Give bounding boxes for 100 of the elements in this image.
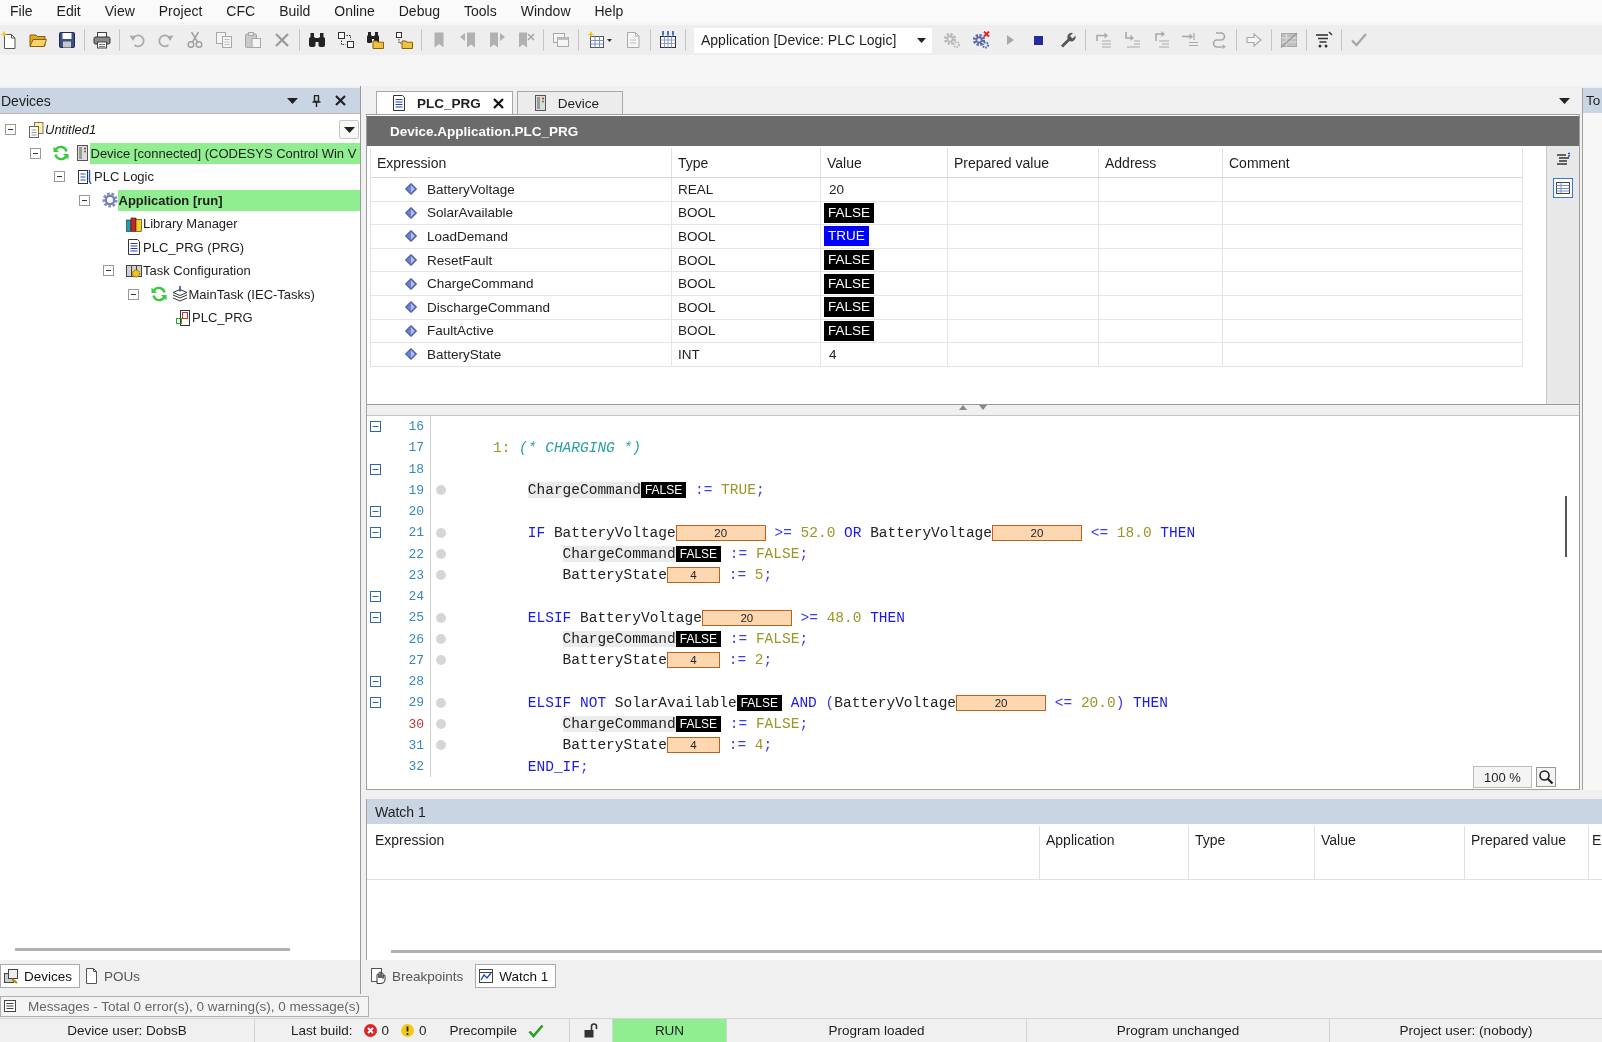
printer-icon[interactable] <box>93 31 111 49</box>
tree-item[interactable]: Task Configuration <box>142 260 253 282</box>
column-header[interactable]: Value <box>1321 832 1356 848</box>
gears-cross-icon[interactable] <box>972 31 990 49</box>
dropdown-button[interactable] <box>339 120 359 140</box>
menu-item[interactable]: Debug <box>398 1 440 21</box>
dot-icon[interactable] <box>436 697 446 708</box>
menu-item[interactable]: Online <box>334 1 375 21</box>
collapse-icon[interactable] <box>370 676 381 688</box>
table-cell: BOOL <box>678 323 716 339</box>
menu-item[interactable]: Edit <box>56 1 81 21</box>
column-header[interactable]: Address <box>1105 154 1157 171</box>
collapse-icon[interactable] <box>78 194 90 206</box>
tree-item[interactable]: Untitled1 <box>44 119 99 141</box>
menu-item[interactable]: Build <box>279 1 311 21</box>
close-icon[interactable] <box>335 95 346 106</box>
editor-tab[interactable]: PLC_PRG <box>376 91 513 114</box>
swap-squares-icon[interactable] <box>337 31 355 49</box>
dot-icon[interactable] <box>436 612 446 623</box>
panel-tab[interactable]: Watch 1 <box>475 964 557 988</box>
column-header[interactable]: Value <box>827 154 862 171</box>
dot-icon[interactable] <box>436 719 446 730</box>
dot-icon[interactable] <box>436 634 446 645</box>
panel-tab[interactable]: POUs <box>80 964 149 988</box>
zoom-level-field[interactable]: 100 % <box>1473 766 1532 788</box>
dot-icon[interactable] <box>436 740 446 751</box>
collapse-icon[interactable] <box>29 147 41 159</box>
tree-item[interactable]: PLC_PRG <box>191 307 255 329</box>
padlock-open-icon[interactable] <box>584 1023 598 1038</box>
caret-icon[interactable] <box>1559 98 1570 104</box>
collapse-icon[interactable] <box>103 265 114 277</box>
collapse-icon[interactable] <box>54 171 65 183</box>
horizontal-scrollbar[interactable] <box>15 948 290 951</box>
close-icon[interactable] <box>492 97 504 109</box>
menu-item[interactable]: View <box>104 1 135 21</box>
star-grid-icon[interactable] <box>587 31 613 49</box>
column-header[interactable]: Prepared value <box>954 154 1049 171</box>
pin-icon[interactable] <box>312 94 321 107</box>
dot-icon[interactable] <box>436 655 446 666</box>
cart-icon[interactable] <box>1315 31 1333 49</box>
menu-item[interactable]: Window <box>520 1 571 21</box>
grid-arrows-icon[interactable] <box>659 31 677 49</box>
tree-item[interactable]: Application [run] <box>117 189 360 211</box>
panel-tab[interactable]: Devices <box>0 964 80 988</box>
tree-item[interactable]: Device [connected] (CODESYS Control Win V <box>89 142 360 164</box>
dot-icon[interactable] <box>436 527 446 538</box>
collapse-icon[interactable] <box>370 612 381 624</box>
collapse-icon[interactable] <box>370 463 381 475</box>
menu-item[interactable]: CFC <box>226 1 256 21</box>
column-header[interactable]: Comment <box>1229 154 1290 171</box>
column-header[interactable]: Application <box>1046 832 1115 848</box>
wrench-icon[interactable] <box>1059 31 1077 49</box>
dot-icon[interactable] <box>436 485 446 496</box>
column-header[interactable]: Type <box>678 154 709 171</box>
collapse-icon[interactable] <box>370 697 381 709</box>
column-header[interactable]: Type <box>1195 832 1226 848</box>
monitor-value: 20 <box>701 609 792 626</box>
vertical-scrollbar[interactable] <box>1565 496 1567 557</box>
caret-icon[interactable] <box>287 97 298 104</box>
horizontal-scrollbar[interactable] <box>391 950 1602 953</box>
collapse-icon[interactable] <box>127 288 139 300</box>
collapse-icon[interactable] <box>370 591 381 603</box>
dot-icon[interactable] <box>436 549 446 560</box>
tree-item[interactable]: MainTask (IEC-Tasks) <box>187 283 317 305</box>
up-arrow-icon[interactable] <box>959 405 967 410</box>
binoculars-icon[interactable] <box>308 31 326 49</box>
dot-icon[interactable] <box>436 570 446 581</box>
column-header[interactable]: Prepared value <box>1471 832 1566 848</box>
tree-item[interactable]: PLC_PRG (PRG) <box>142 236 247 258</box>
panel-tab[interactable]: Breakpoints <box>368 964 472 988</box>
monitor-value: FALSE <box>824 273 875 294</box>
new-file-icon[interactable] <box>0 31 18 49</box>
folder-icon[interactable] <box>29 31 47 49</box>
menu-item[interactable]: Project <box>158 1 203 21</box>
books-icon <box>126 215 142 232</box>
line-number: 32 <box>408 759 424 775</box>
monitor-value: 20 <box>675 524 766 541</box>
panel-title: Devices <box>1 92 51 109</box>
tree-item[interactable]: PLC Logic <box>93 166 156 188</box>
application-dropdown[interactable]: Application [Device: PLC Logic] <box>694 27 932 53</box>
column-header[interactable]: E <box>1592 832 1602 848</box>
collapse-icon[interactable] <box>370 506 381 518</box>
collapse-icon[interactable] <box>370 421 381 433</box>
messages-tab[interactable]: Messages - Total 0 error(s), 0 warning(s), 0 message(s) <box>0 995 370 1017</box>
binoculars-folder-icon[interactable] <box>366 31 384 49</box>
down-arrow-icon[interactable] <box>979 405 987 410</box>
tree-item[interactable]: Library Manager <box>142 213 240 235</box>
code-keyword: THEN <box>1160 524 1196 541</box>
monitor-value: FALSE <box>736 694 782 711</box>
menu-item[interactable]: File <box>10 1 33 21</box>
collapse-icon[interactable] <box>370 527 381 539</box>
column-header[interactable]: Expression <box>377 154 447 171</box>
editor-tab[interactable]: Device <box>516 91 623 114</box>
menu-item[interactable]: Tools <box>464 1 497 21</box>
zoom-icon[interactable] <box>1536 767 1556 787</box>
column-header[interactable]: Expression <box>375 832 445 848</box>
menu-item[interactable]: Help <box>594 1 624 21</box>
collapse-icon[interactable] <box>5 124 16 136</box>
table-icon[interactable] <box>1553 178 1573 198</box>
square-folder-icon[interactable] <box>395 31 413 49</box>
